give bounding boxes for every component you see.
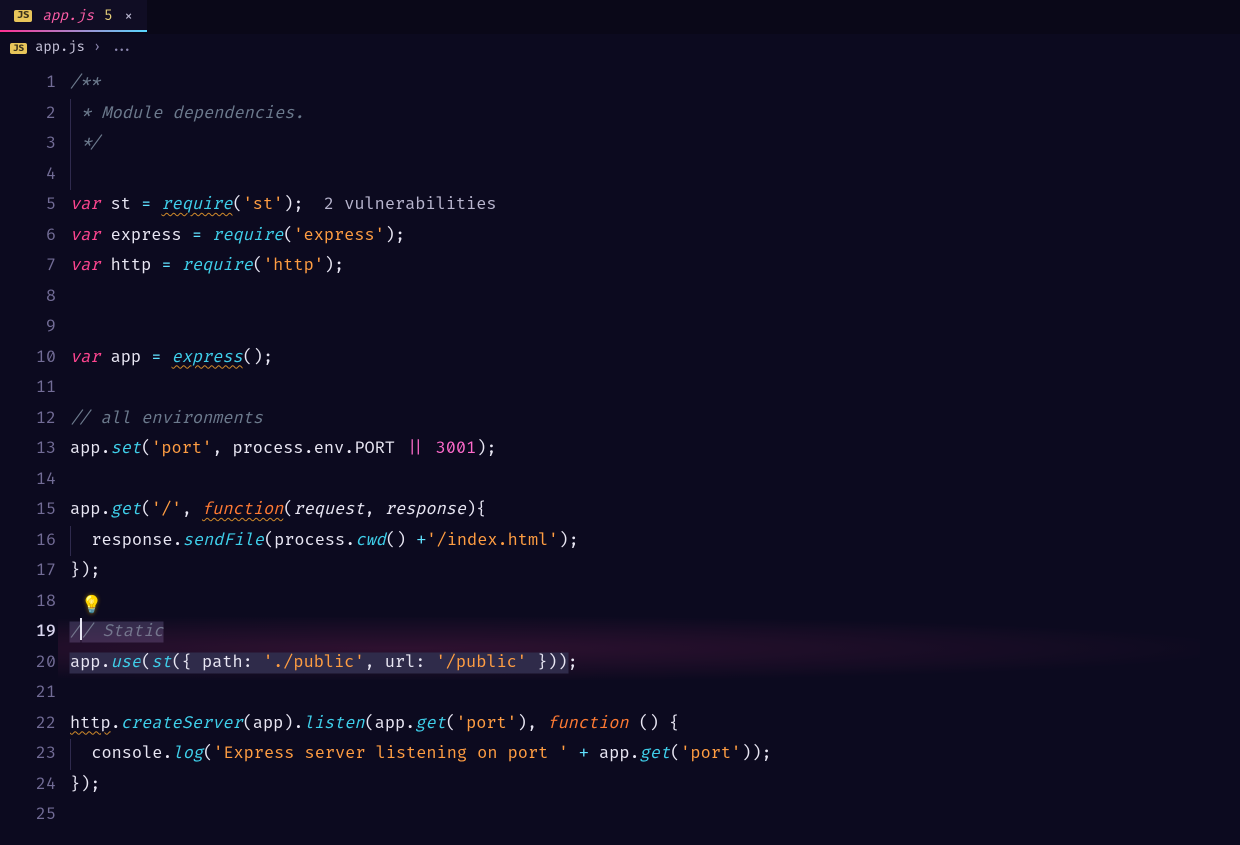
line-number[interactable]: 19 (0, 617, 56, 648)
line-number[interactable]: 2 (0, 99, 56, 130)
code-line[interactable]: http.createServer(app).listen(app.get('p… (70, 709, 1240, 740)
tab-problem-count: 5 (104, 8, 114, 25)
tab-filename: app.js (42, 8, 94, 25)
line-number[interactable]: 1 (0, 68, 56, 99)
code-line[interactable]: * Module dependencies. (70, 99, 1240, 130)
code-line[interactable] (70, 160, 1240, 191)
line-number[interactable]: 14 (0, 465, 56, 496)
code-line[interactable]: // all environments (70, 404, 1240, 435)
code-line[interactable] (70, 373, 1240, 404)
code-line[interactable]: var st = require('st'); 2 vulnerabilitie… (70, 190, 1240, 221)
code-line[interactable] (70, 800, 1240, 831)
line-number[interactable]: 25 (0, 800, 56, 831)
code-line[interactable]: var app = express(); (70, 343, 1240, 374)
line-number[interactable]: 15 (0, 495, 56, 526)
line-number[interactable]: 11 (0, 373, 56, 404)
js-badge-icon: JS (10, 43, 27, 54)
code-line[interactable]: response.sendFile(process.cwd() +'/index… (70, 526, 1240, 557)
code-line[interactable]: app.set('port', process.env.PORT || 3001… (70, 434, 1240, 465)
line-number-gutter[interactable]: 1234567891011121314151617181920212223242… (0, 68, 70, 845)
line-number[interactable]: 18 (0, 587, 56, 618)
close-icon[interactable]: × (124, 7, 133, 26)
code-line[interactable]: }); (70, 556, 1240, 587)
line-number[interactable]: 3 (0, 129, 56, 160)
breadcrumb-rest[interactable]: ... (109, 40, 134, 56)
code-line[interactable] (70, 465, 1240, 496)
code-line[interactable]: 💡 (70, 587, 1240, 618)
code-line[interactable] (70, 282, 1240, 313)
text-cursor (80, 618, 82, 640)
line-number[interactable]: 10 (0, 343, 56, 374)
line-number[interactable]: 6 (0, 221, 56, 252)
breadcrumb-file[interactable]: app.js (35, 40, 85, 56)
code-line[interactable]: app.get('/', function(request, response)… (70, 495, 1240, 526)
line-number[interactable]: 8 (0, 282, 56, 313)
breadcrumb[interactable]: JS app.js › ... (0, 34, 1240, 62)
js-badge-icon: JS (14, 10, 32, 22)
code-line[interactable]: // Static (70, 617, 1240, 648)
line-number[interactable]: 22 (0, 709, 56, 740)
line-number[interactable]: 5 (0, 190, 56, 221)
line-number[interactable]: 13 (0, 434, 56, 465)
tab-app-js[interactable]: JS app.js 5 × (0, 0, 147, 32)
code-area[interactable]: /** * Module dependencies. */ var st = r… (70, 68, 1240, 845)
code-editor[interactable]: 1234567891011121314151617181920212223242… (0, 62, 1240, 845)
code-line[interactable]: console.log('Express server listening on… (70, 739, 1240, 770)
code-line[interactable]: var express = require('express'); (70, 221, 1240, 252)
chevron-right-icon: › (93, 40, 101, 56)
code-line[interactable]: app.use(st({ path: './public', url: '/pu… (70, 648, 1240, 679)
code-line[interactable]: */ (70, 129, 1240, 160)
line-number[interactable]: 20 (0, 648, 56, 679)
line-number[interactable]: 9 (0, 312, 56, 343)
code-line[interactable]: /** (70, 68, 1240, 99)
code-line[interactable]: var http = require('http'); (70, 251, 1240, 282)
code-line[interactable] (70, 312, 1240, 343)
line-number[interactable]: 16 (0, 526, 56, 557)
vulnerability-annotation: 2 vulnerabilities (324, 195, 497, 215)
code-line[interactable] (70, 678, 1240, 709)
line-number[interactable]: 23 (0, 739, 56, 770)
line-number[interactable]: 7 (0, 251, 56, 282)
line-number[interactable]: 24 (0, 770, 56, 801)
line-number[interactable]: 12 (0, 404, 56, 435)
line-number[interactable]: 21 (0, 678, 56, 709)
code-line[interactable]: }); (70, 770, 1240, 801)
tabbar: JS app.js 5 × (0, 0, 1240, 34)
line-number[interactable]: 4 (0, 160, 56, 191)
line-number[interactable]: 17 (0, 556, 56, 587)
